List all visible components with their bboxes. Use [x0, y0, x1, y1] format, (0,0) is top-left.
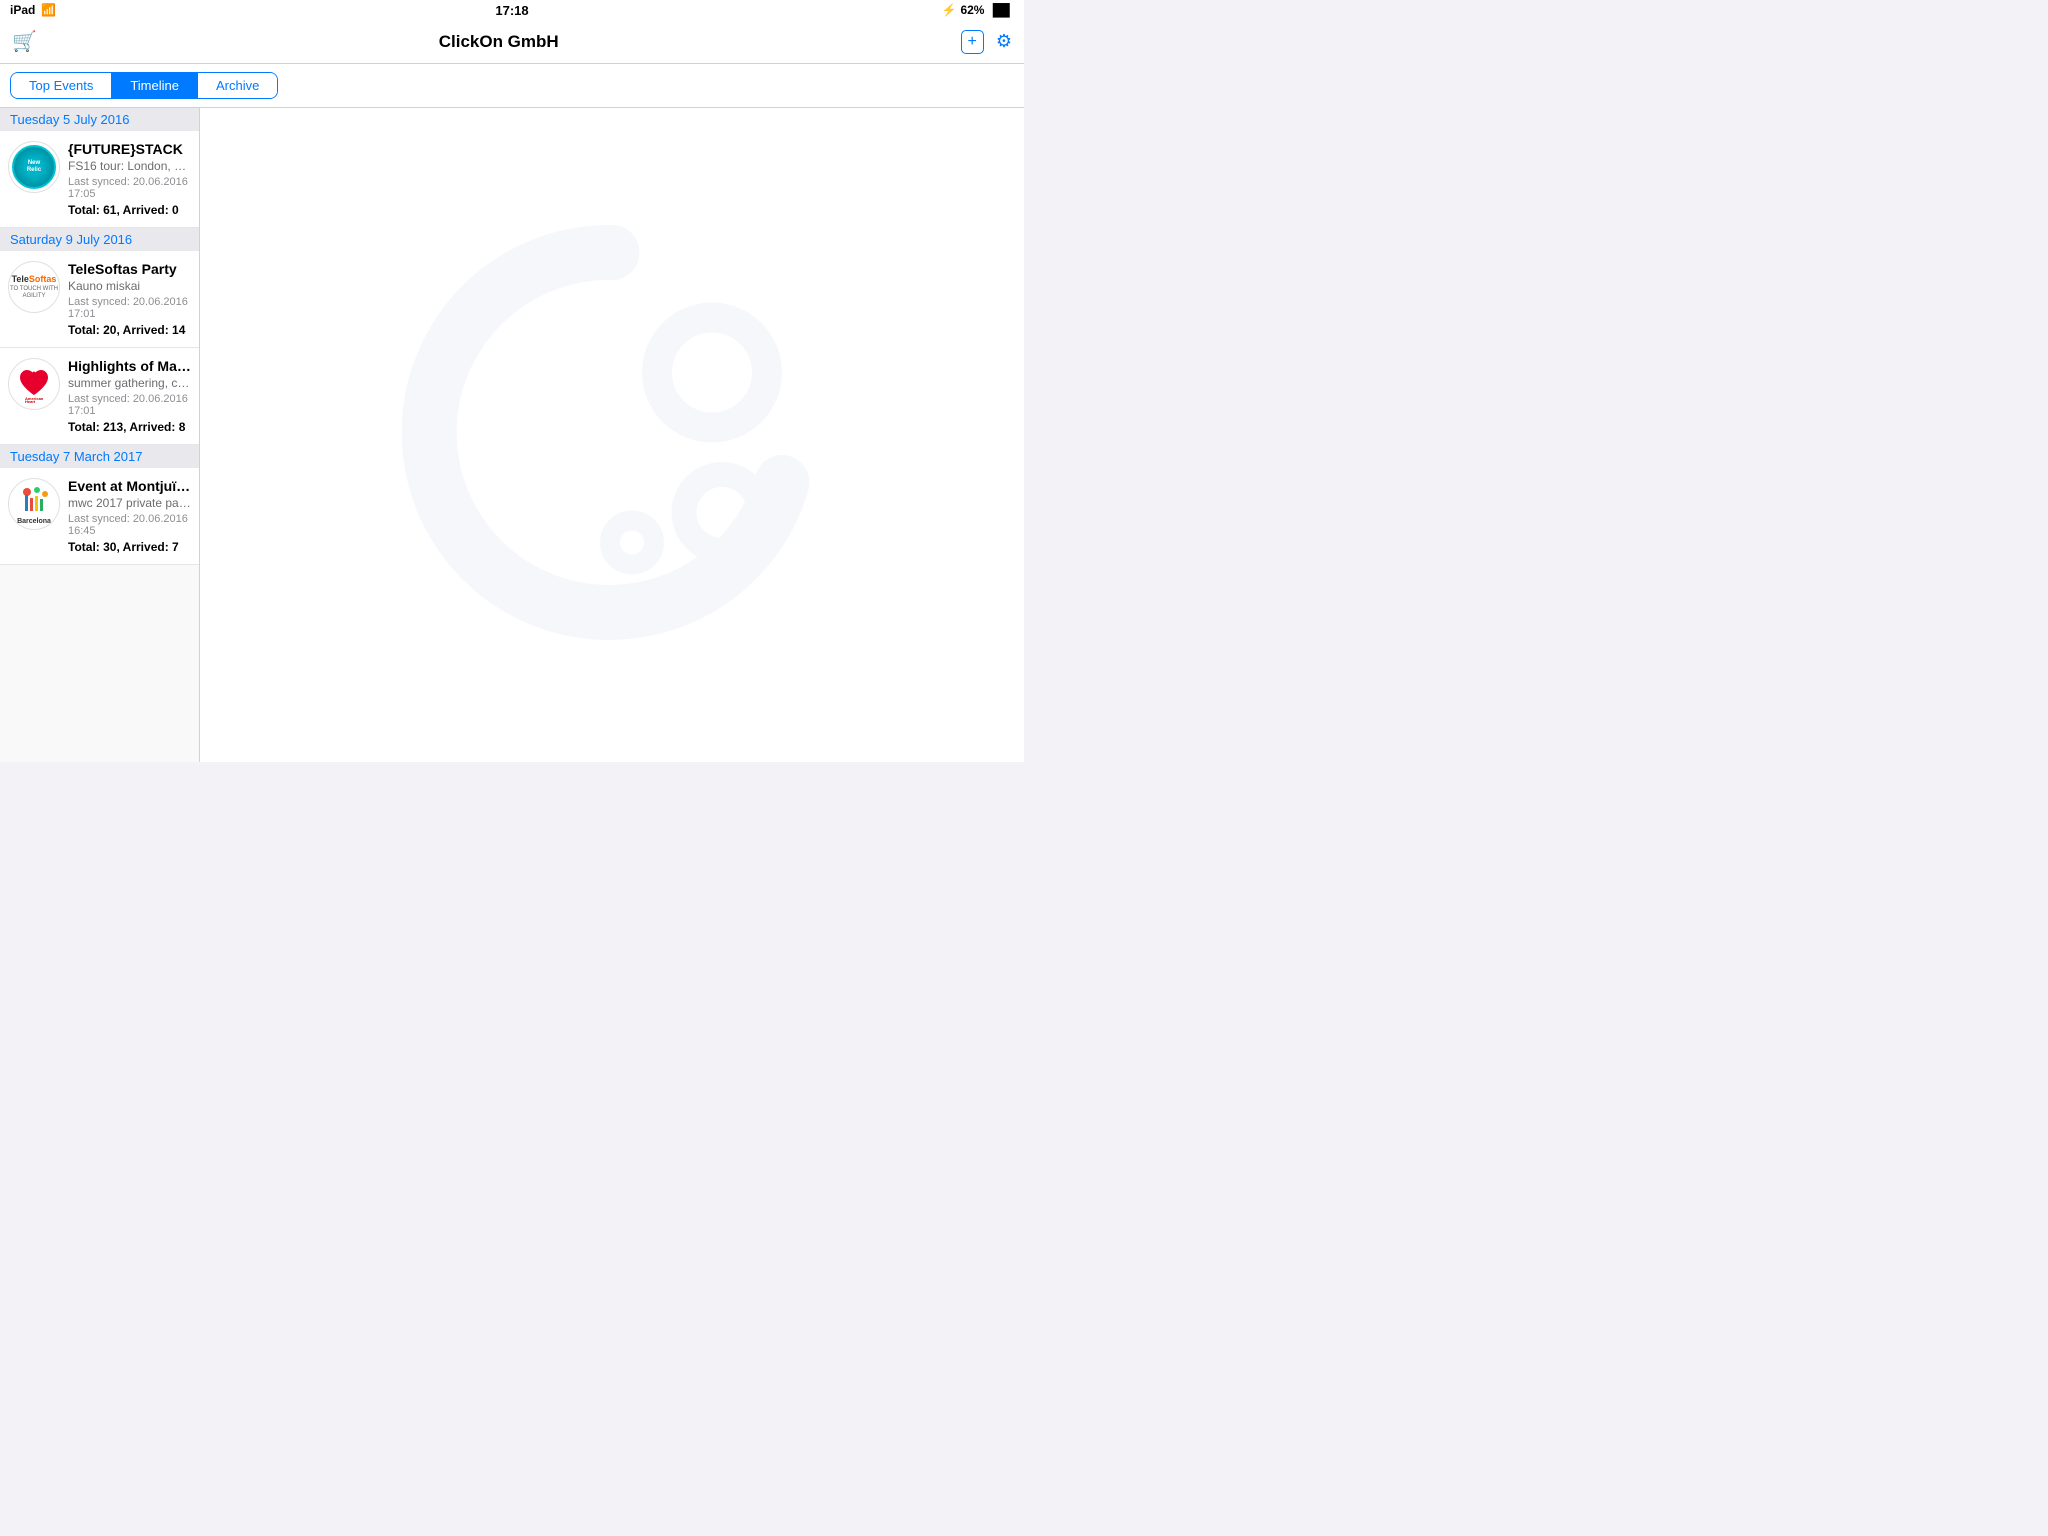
tab-bar: Top Events Timeline Archive — [0, 64, 1024, 108]
event-sync: Last synced: 20.06.2016 17:05 — [68, 176, 191, 200]
tab-top-events[interactable]: Top Events — [11, 73, 112, 98]
add-button[interactable]: + — [961, 30, 984, 54]
status-bar: iPad 📶 17:18 ⚡ 62% ▐█▌ — [0, 0, 1024, 20]
watermark-logo — [402, 223, 822, 648]
battery-percentage: 62% — [960, 3, 984, 17]
event-location: summer gathering, conference — [68, 376, 191, 390]
wifi-icon: 📶 — [41, 3, 56, 17]
event-logo-telesoftas: TeleSoftas TO TOUCH WITH AGILITY — [8, 261, 60, 313]
event-location: FS16 tour: London, 155 Bishop... — [68, 159, 191, 173]
event-name: {FUTURE}STACK — [68, 141, 191, 157]
new-relic-logo: New Relic — [12, 145, 56, 189]
event-total: Total: 20, Arrived: 14 — [68, 323, 191, 337]
event-info-montjuic: Event at Montjuïc Castle mwc 2017 privat… — [68, 478, 191, 554]
tab-archive[interactable]: Archive — [198, 73, 277, 98]
event-sync: Last synced: 20.06.2016 17:01 — [68, 393, 191, 417]
sidebar: Tuesday 5 July 2016 New Relic {FUTURE}ST… — [0, 108, 200, 762]
event-info-aha: Highlights of Manage... summer gathering… — [68, 358, 191, 434]
ipad-label: iPad — [10, 3, 35, 17]
bluetooth-icon: ⚡ — [942, 3, 957, 17]
event-logo-new-relic: New Relic — [8, 141, 60, 193]
event-sync: Last synced: 20.06.2016 16:45 — [68, 513, 191, 537]
aha-logo: American Heart — [13, 363, 55, 405]
barcelona-text: Barcelona — [17, 518, 51, 525]
event-logo-barcelona: Barcelona — [8, 478, 60, 530]
list-item[interactable]: Barcelona Event at Montjuïc Castle mwc 2… — [0, 468, 199, 565]
app-title: ClickOn GmbH — [49, 32, 949, 52]
telesoftas-logo: TeleSoftas TO TOUCH WITH AGILITY — [9, 274, 59, 300]
list-item[interactable]: American Heart Highlights of Manage... s… — [0, 348, 199, 445]
settings-button[interactable]: ⚙ — [996, 31, 1012, 52]
svg-text:Heart: Heart — [25, 399, 36, 403]
event-info-telesoftas: TeleSoftas Party Kauno miskai Last synce… — [68, 261, 191, 337]
main-content-area — [200, 108, 1024, 762]
event-name: TeleSoftas Party — [68, 261, 191, 277]
cart-icon[interactable]: 🛒 — [12, 29, 37, 54]
date-header-3: Tuesday 7 March 2017 — [0, 445, 199, 468]
event-sync: Last synced: 20.06.2016 17:01 — [68, 296, 191, 320]
event-location: mwc 2017 private party at Mon... — [68, 496, 191, 510]
tab-timeline[interactable]: Timeline — [112, 73, 198, 98]
segment-control: Top Events Timeline Archive — [10, 72, 278, 99]
event-info-future-stack: {FUTURE}STACK FS16 tour: London, 155 Bis… — [68, 141, 191, 217]
app-header: 🛒 ClickOn GmbH + ⚙ — [0, 20, 1024, 64]
date-header-1: Tuesday 5 July 2016 — [0, 108, 199, 131]
event-logo-aha: American Heart — [8, 358, 60, 410]
time-display: 17:18 — [495, 3, 528, 18]
list-item[interactable]: TeleSoftas TO TOUCH WITH AGILITY TeleSof… — [0, 251, 199, 348]
event-total: Total: 61, Arrived: 0 — [68, 203, 191, 217]
battery-icon: ▐█▌ — [988, 3, 1014, 17]
event-location: Kauno miskai — [68, 279, 191, 293]
list-item[interactable]: New Relic {FUTURE}STACK FS16 tour: Londo… — [0, 131, 199, 228]
date-header-2: Saturday 9 July 2016 — [0, 228, 199, 251]
main-layout: Tuesday 5 July 2016 New Relic {FUTURE}ST… — [0, 108, 1024, 762]
event-total: Total: 30, Arrived: 7 — [68, 540, 191, 554]
event-name: Event at Montjuïc Castle — [68, 478, 191, 494]
event-name: Highlights of Manage... — [68, 358, 191, 374]
event-total: Total: 213, Arrived: 8 — [68, 420, 191, 434]
